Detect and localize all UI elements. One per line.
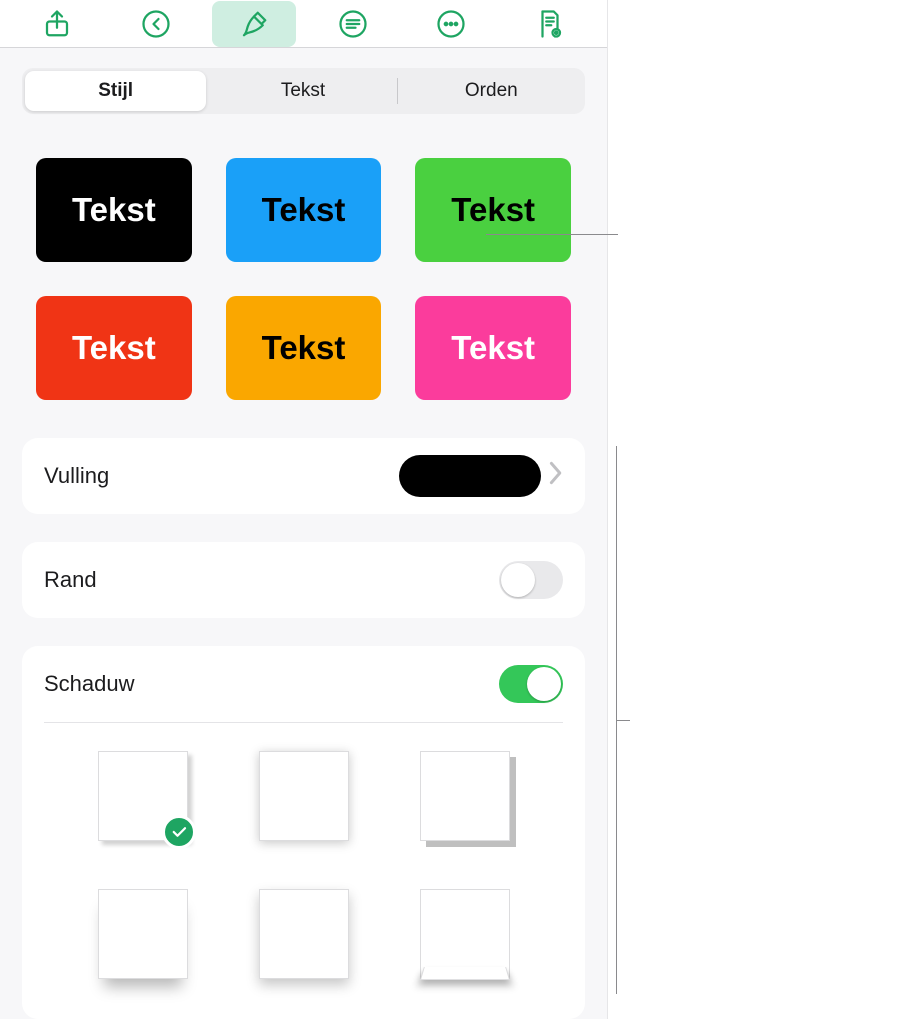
format-brush-icon[interactable]	[212, 1, 296, 47]
preset-blue[interactable]: Tekst	[226, 158, 382, 262]
preset-label: Tekst	[72, 329, 156, 367]
border-card: Rand	[22, 542, 585, 618]
preset-red[interactable]: Tekst	[36, 296, 192, 400]
shadow-option-6[interactable]	[420, 889, 510, 979]
fill-value-group	[399, 455, 563, 497]
callout-line	[486, 234, 618, 235]
settings-section: Vulling Rand Schaduw	[0, 408, 607, 1019]
menu-lines-icon[interactable]	[311, 1, 395, 47]
preset-black[interactable]: Tekst	[36, 158, 192, 262]
style-presets-grid: Tekst Tekst Tekst Tekst Tekst Tekst	[0, 114, 607, 408]
tab-style[interactable]: Stijl	[22, 68, 209, 114]
preset-label: Tekst	[451, 191, 535, 229]
border-toggle[interactable]	[499, 561, 563, 599]
border-row: Rand	[22, 542, 585, 618]
segmented-control: Stijl Tekst Orden	[22, 68, 585, 114]
shadow-option-4[interactable]	[98, 889, 188, 979]
tab-label: Tekst	[281, 80, 325, 102]
tab-label: Stijl	[98, 80, 133, 102]
chevron-right-icon	[547, 461, 563, 491]
preset-label: Tekst	[262, 191, 346, 229]
share-icon[interactable]	[15, 1, 99, 47]
top-toolbar	[0, 0, 607, 48]
preset-pink[interactable]: Tekst	[415, 296, 571, 400]
checkmark-icon	[162, 815, 196, 849]
shadow-option-2[interactable]	[259, 751, 349, 841]
fill-card: Vulling	[22, 438, 585, 514]
shadow-option-5[interactable]	[259, 889, 349, 979]
preset-label: Tekst	[451, 329, 535, 367]
inspector-tabs: Stijl Tekst Orden	[0, 48, 607, 114]
shadow-label: Schaduw	[44, 671, 135, 697]
fill-label: Vulling	[44, 463, 109, 489]
shadow-options-grid	[22, 723, 585, 1019]
undo-icon[interactable]	[114, 1, 198, 47]
fill-swatch[interactable]	[399, 455, 541, 497]
more-icon[interactable]	[409, 1, 493, 47]
shadow-row: Schaduw	[22, 646, 585, 722]
preset-orange[interactable]: Tekst	[226, 296, 382, 400]
tab-label: Orden	[465, 80, 518, 102]
shadow-option-1[interactable]	[98, 751, 188, 841]
border-label: Rand	[44, 567, 97, 593]
callout-bracket-tick	[616, 720, 630, 721]
preset-label: Tekst	[262, 329, 346, 367]
shadow-card: Schaduw	[22, 646, 585, 1019]
tab-arrange[interactable]: Orden	[398, 68, 585, 114]
shadow-option-3[interactable]	[420, 751, 510, 841]
shadow-toggle[interactable]	[499, 665, 563, 703]
tab-text[interactable]: Tekst	[209, 68, 396, 114]
preset-label: Tekst	[72, 191, 156, 229]
document-view-icon[interactable]	[508, 1, 592, 47]
preset-green[interactable]: Tekst	[415, 158, 571, 262]
fill-row[interactable]: Vulling	[22, 438, 585, 514]
format-inspector-panel: Stijl Tekst Orden Tekst Tekst Tekst Teks…	[0, 0, 608, 1019]
